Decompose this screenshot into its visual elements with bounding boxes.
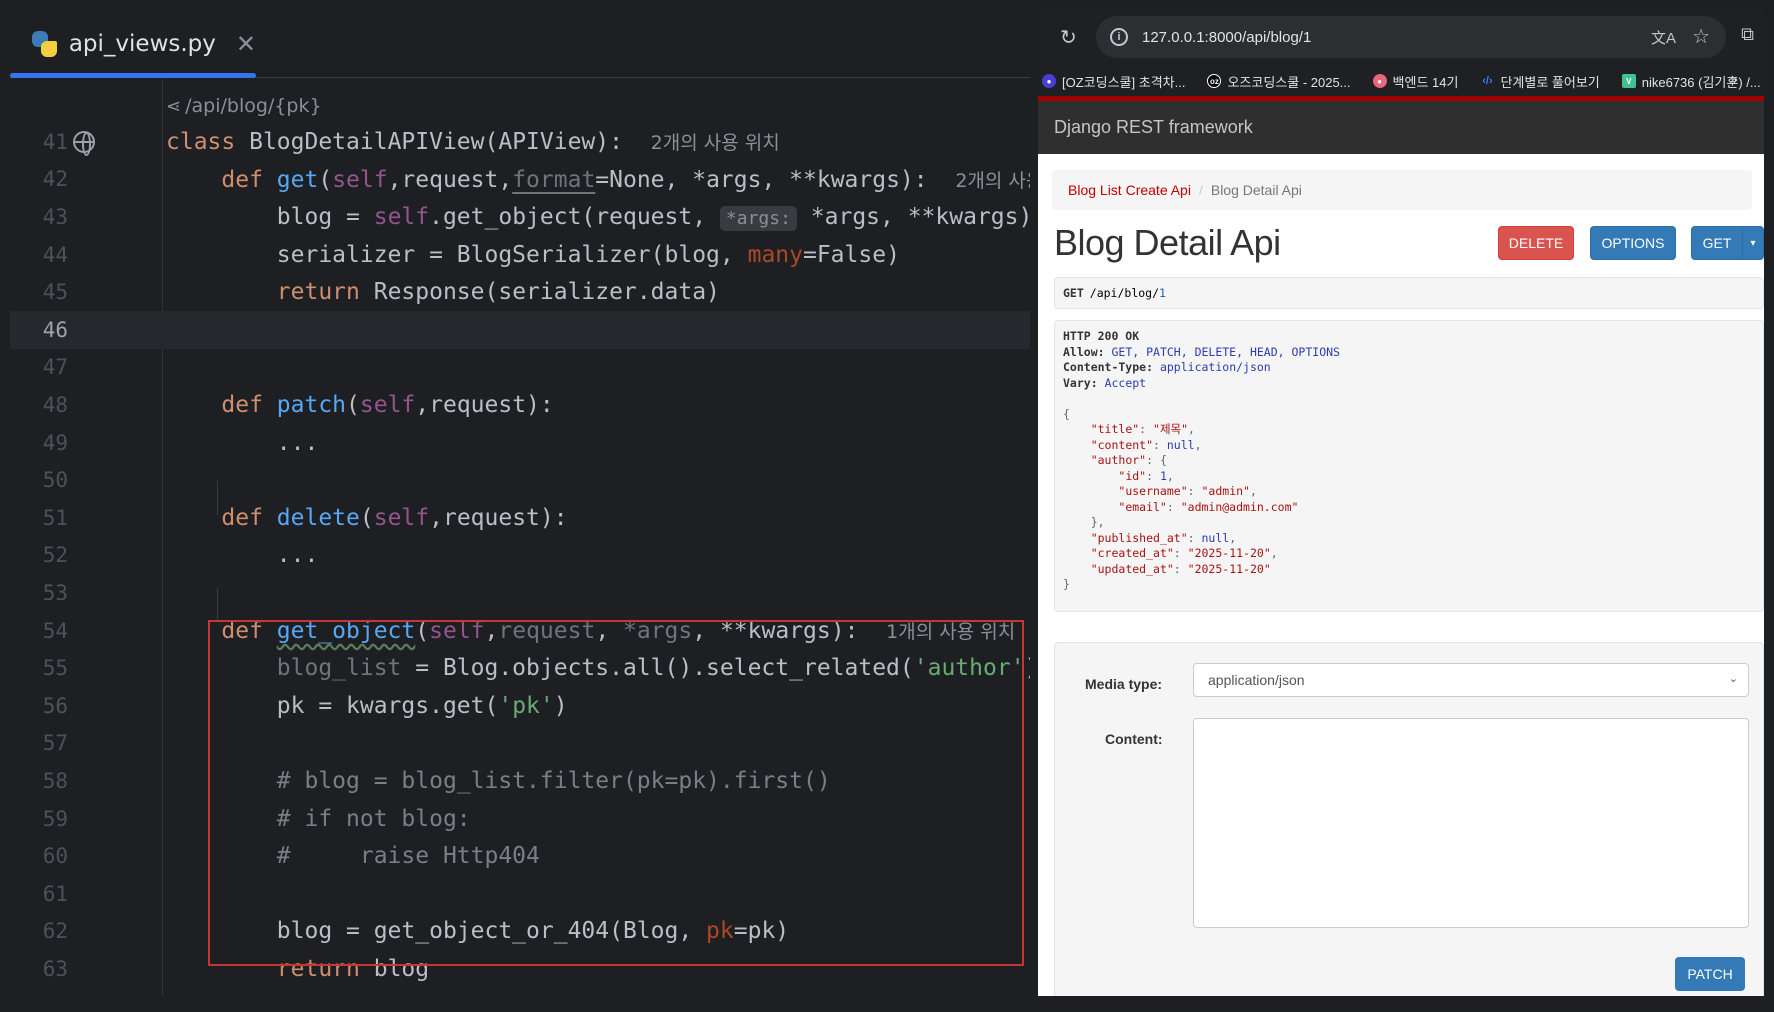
usage-hint[interactable]: 2개의 사용 위 [955, 170, 1030, 192]
code-line-59: 59 # if not blog: [42, 805, 471, 832]
site-info-icon[interactable]: i [1110, 28, 1128, 46]
code-line-41: 41 class BlogDetailAPIView(APIView): 2개의… [10, 123, 1030, 161]
code-line-43: 43 blog = self.get_object(request, *args… [42, 203, 1030, 231]
editor-tab-api-views[interactable]: api_views.py ✕ [10, 10, 256, 78]
bookmark-item[interactable]: ‹/› 단계별로 풀어보기 [1480, 72, 1600, 91]
code-line-55: 55 blog_list = Blog.objects.all().select… [42, 655, 1030, 682]
breadcrumb-current[interactable]: Blog Detail Api [1211, 182, 1302, 198]
code-line-45: 45 return Response(serializer.data) [42, 279, 720, 306]
usage-hint[interactable]: 2개의 사용 위치 [651, 132, 780, 154]
code-line-47: 47 [42, 355, 68, 380]
drf-navbar: Django REST framework [1038, 96, 1764, 154]
code-brackets-icon: ‹/› [1482, 75, 1493, 87]
bookmark-favicon-icon: ● [1372, 74, 1387, 88]
line-number: 41 [42, 129, 68, 154]
chevron-down-icon: ⌄ [1728, 673, 1738, 685]
request-info: GET /api/blog/1 [1054, 277, 1764, 309]
code-area[interactable]: ⋖ /api/blog/{pk} 41 class BlogDetailAPIV… [10, 79, 1030, 996]
patch-button[interactable]: PATCH [1675, 957, 1745, 991]
tab-label: api_views.py [68, 31, 216, 57]
browser-toolbar: ↻ i 127.0.0.1:8000/api/blog/1 文A ☆ ⧉ [1038, 10, 1764, 66]
request-method: GET [1063, 286, 1084, 300]
bookmark-favicon-icon: oz [1207, 74, 1222, 88]
python-file-icon [32, 31, 57, 57]
editor-tab-bar: api_views.py ✕ [10, 10, 1030, 78]
delete-button[interactable]: DELETE [1498, 226, 1574, 260]
code-line-50: 50 [42, 468, 68, 493]
get-button[interactable]: GET [1691, 226, 1743, 260]
bookmark-favicon-icon: V [1621, 74, 1636, 88]
breadcrumb-separator: / [1198, 182, 1203, 198]
drf-brand[interactable]: Django REST framework [1054, 117, 1253, 138]
web-endpoint-icon[interactable] [73, 131, 95, 156]
bookmark-item[interactable]: ● 백엔드 14기 [1372, 72, 1458, 91]
media-type-select[interactable]: application/json ⌄ [1193, 663, 1749, 697]
page-title: Blog Detail Api [1054, 222, 1281, 263]
url-text[interactable]: 127.0.0.1:8000/api/blog/1 [1142, 29, 1311, 46]
address-bar[interactable]: i 127.0.0.1:8000/api/blog/1 文A ☆ [1096, 16, 1726, 58]
code-line-49: 49 ... [42, 429, 319, 456]
code-line-48: 48 def patch(self,request): [42, 391, 554, 418]
endpoint-route: /api/blog/{pk} [185, 95, 322, 117]
code-line-46-current: 46 [10, 311, 1030, 349]
endpoint-share-icon: ⋖ [166, 95, 182, 117]
endpoint-hint: ⋖ /api/blog/{pk} [166, 89, 322, 123]
code-line-58: 58 # blog = blog_list.filter(pk=pk).firs… [42, 767, 831, 794]
pane-divider [1030, 0, 1038, 1012]
breadcrumb-link-blog-list[interactable]: Blog List Create Api [1068, 182, 1191, 198]
get-format-dropdown-icon[interactable]: ▾ [1742, 226, 1764, 260]
translate-icon[interactable]: 文A [1651, 27, 1676, 48]
patch-form: Media type: application/json ⌄ Content: … [1054, 642, 1764, 996]
media-type-label: Media type: [1085, 676, 1163, 692]
content-label: Content: [1105, 731, 1163, 747]
code-line-61: 61 [42, 881, 68, 906]
code-line-60: 60 # raise Http404 [42, 843, 540, 870]
bookmark-favicon-icon: ● [1042, 74, 1056, 88]
reload-icon[interactable]: ↻ [1060, 25, 1077, 50]
bookmarks-bar: ● [OZ코딩스쿨] 초격차... oz 오즈코딩스쿨 - 2025... ● 백엔드… [1038, 66, 1764, 96]
bookmark-item[interactable]: oz 오즈코딩스쿨 - 2025... [1207, 72, 1351, 91]
usage-hint[interactable]: 1개의 사용 위치 [886, 621, 1015, 643]
bookmark-star-icon[interactable]: ☆ [1692, 24, 1710, 49]
active-tab-indicator [10, 73, 256, 78]
code-line-52: 52 ... [42, 542, 319, 569]
extensions-icon[interactable]: ⧉ [1741, 24, 1754, 45]
parameter-hint-chip: *args: [719, 205, 797, 231]
code-line-62: 62 blog = get_object_or_404(Blog, pk=pk) [42, 918, 790, 945]
code-line-44: 44 serializer = BlogSerializer(blog, man… [42, 241, 900, 268]
response-body: HTTP 200 OK Allow: GET, PATCH, DELETE, H… [1054, 320, 1764, 612]
code-editor-window: api_views.py ✕ ⋖ /api/blog/{pk} 41 class… [10, 10, 1030, 996]
content-textarea[interactable] [1193, 718, 1749, 928]
breadcrumb: Blog List Create Api / Blog Detail Api [1052, 170, 1752, 210]
bookmark-item[interactable]: Vnike6736 (김기훈) /... [1621, 72, 1761, 91]
more-bookmarks-icon[interactable]: » [1729, 71, 1738, 89]
bookmark-item[interactable]: ● [OZ코딩스쿨] 초격차... [1042, 72, 1185, 91]
browser-window: ↻ i 127.0.0.1:8000/api/blog/1 文A ☆ ⧉ ● [O… [1038, 10, 1764, 996]
code-line-54: 54 def get_object(self,request, *args, *… [42, 618, 1016, 645]
drf-content: Blog List Create Api / Blog Detail Api B… [1038, 154, 1764, 996]
code-line-51: 51 def delete(self,request): [42, 504, 568, 531]
close-icon[interactable]: ✕ [236, 30, 256, 59]
request-path[interactable]: /api/blog/1 [1090, 286, 1166, 300]
code-line-63: 63 return blog [42, 955, 430, 982]
code-line-57: 57 [42, 731, 68, 756]
options-button[interactable]: OPTIONS [1590, 226, 1676, 260]
code-line-56: 56 pk = kwargs.get('pk') [42, 692, 568, 719]
code-line-42: 42 def get(self,request,format=None, *ar… [10, 161, 1030, 199]
code-line-53: 53 [42, 580, 68, 605]
